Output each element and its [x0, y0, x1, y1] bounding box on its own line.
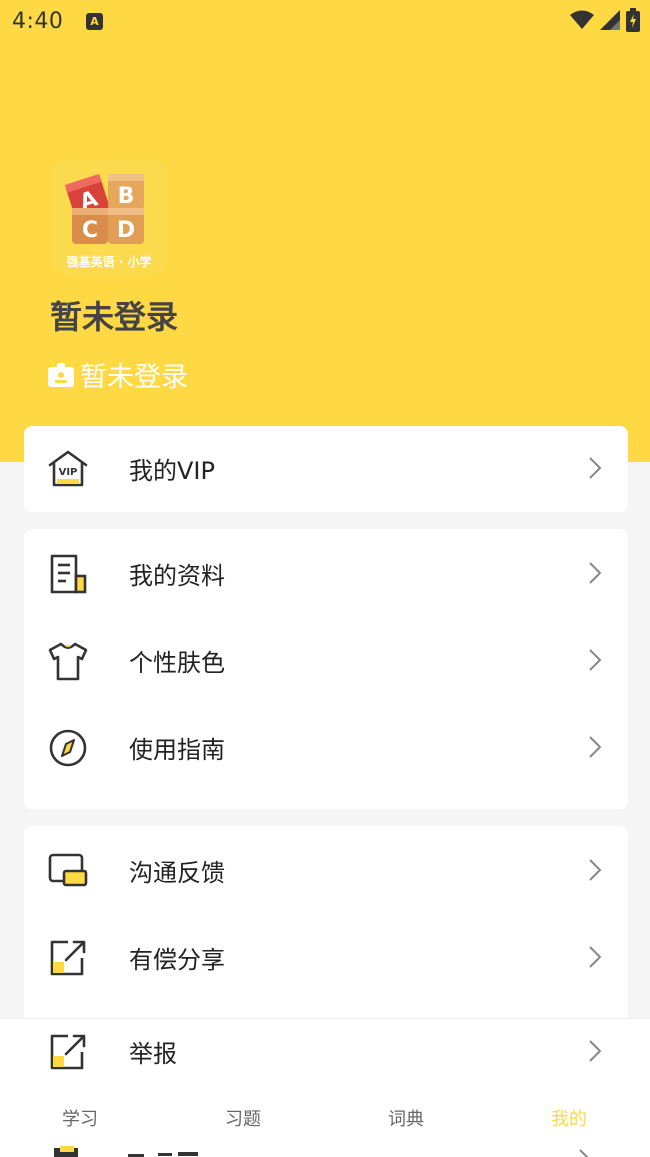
next-row-icon: [54, 1146, 589, 1157]
chevron-right-icon: [589, 457, 602, 479]
status-icons: [570, 8, 640, 32]
tab-dictionary[interactable]: 词典: [388, 1105, 424, 1131]
user-subtitle: 暂未登录: [80, 362, 188, 393]
tshirt-icon: [48, 642, 88, 681]
menu-item-label: 举报: [129, 1040, 177, 1068]
tab-study[interactable]: 学习: [62, 1105, 98, 1131]
svg-text:D: D: [117, 218, 135, 243]
battery-icon: [626, 8, 640, 32]
document-icon: [50, 554, 87, 594]
chevron-right-icon: [589, 736, 602, 758]
wifi-icon: [570, 10, 594, 29]
tab-exercises[interactable]: 习题: [225, 1105, 261, 1131]
chevron-right-icon: [589, 1040, 602, 1062]
menu-item-label: 使用指南: [129, 736, 225, 764]
abc-blocks-icon: A B C D: [64, 174, 144, 244]
menu-item-profile[interactable]: 我的资料: [24, 531, 628, 617]
menu-item-vip[interactable]: VIP 我的VIP: [24, 426, 628, 512]
bottom-tab-bar: 举报 学习 习题 词典 我的: [0, 1018, 650, 1157]
chevron-right-icon: [589, 649, 602, 671]
menu-item-feedback[interactable]: 沟通反馈: [24, 828, 628, 914]
menu-item-label: 我的资料: [129, 562, 225, 590]
menu-item-label: 我的VIP: [129, 457, 215, 485]
chevron-right-icon: [589, 946, 602, 968]
menu-item-label: 个性肤色: [129, 649, 225, 677]
user-name[interactable]: 暂未登录: [50, 292, 178, 338]
svg-text:C: C: [82, 218, 98, 243]
chevron-right-icon: [589, 562, 602, 584]
notification-icon: A: [86, 13, 103, 30]
app-logo: A B C D 强基英语 · 小学: [50, 160, 168, 274]
signal-icon: [600, 10, 620, 30]
menu-item-label: 沟通反馈: [129, 859, 225, 887]
menu-item-label: 有偿分享: [129, 946, 225, 974]
chevron-right-icon: [589, 859, 602, 881]
tab-mine[interactable]: 我的: [551, 1105, 587, 1131]
vip-house-icon: VIP: [48, 450, 88, 487]
share-icon: [50, 940, 86, 976]
vip-card[interactable]: VIP 我的VIP: [24, 426, 628, 512]
app-logo-caption: 强基英语 · 小学: [66, 255, 152, 269]
menu-item-share[interactable]: 有偿分享: [24, 915, 628, 1001]
menu-card-1: 我的资料 个性肤色 使用指南: [24, 529, 628, 809]
svg-text:VIP: VIP: [59, 467, 78, 478]
next-row-peek: [48, 1144, 648, 1157]
chat-icon: [48, 853, 88, 887]
compass-icon: [49, 729, 87, 767]
status-bar: 4:40 A: [0, 0, 650, 44]
id-card-icon: [48, 362, 74, 387]
menu-item-report[interactable]: 举报: [24, 1009, 628, 1095]
menu-item-skin[interactable]: 个性肤色: [24, 618, 628, 704]
user-id: 暂未登录: [48, 355, 188, 394]
menu-item-guide[interactable]: 使用指南: [24, 705, 628, 791]
status-time: 4:40: [12, 9, 64, 34]
report-icon: [50, 1034, 86, 1070]
svg-text:B: B: [118, 184, 135, 209]
